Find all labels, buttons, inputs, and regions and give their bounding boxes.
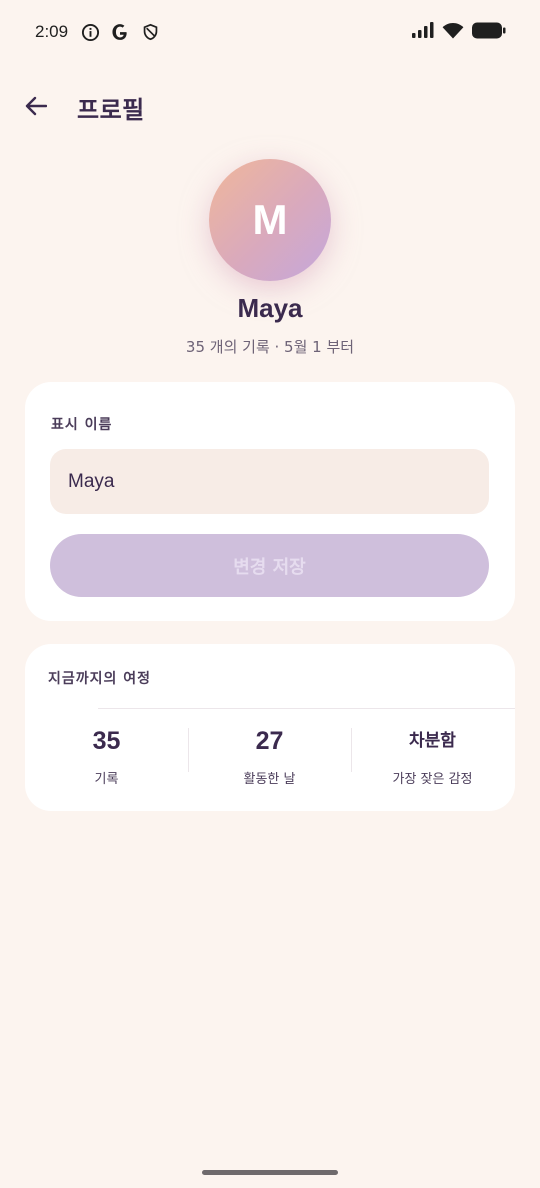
display-name-card: 표시 이름 변경 저장	[25, 382, 515, 621]
page-title: 프로필	[77, 96, 145, 124]
back-button[interactable]	[22, 92, 50, 120]
status-left: 2:09	[35, 22, 160, 42]
battery-icon	[472, 22, 506, 43]
status-right	[412, 22, 506, 43]
stat-label: 활동한 날	[243, 772, 296, 787]
journey-title: 지금까지의 여정	[48, 671, 152, 687]
stat-value: 35	[92, 727, 121, 755]
stat-value: 차분함	[409, 731, 456, 751]
profile-meta: 35 개의 기록 · 5월 1 부터	[185, 338, 355, 356]
top-app-bar: 프로필	[0, 80, 540, 132]
info-icon	[80, 22, 100, 42]
profile-name: Maya	[237, 293, 303, 323]
stat-value: 27	[255, 727, 284, 755]
display-name-input[interactable]	[50, 449, 489, 514]
journey-stats-card: 지금까지의 여정 35 기록 27 활동한 날 차분함 가장 잦은 감정	[25, 644, 515, 811]
google-icon	[110, 22, 130, 42]
signal-icon	[412, 22, 434, 42]
stat-label: 기록	[94, 772, 119, 787]
display-name-label: 표시 이름	[51, 417, 113, 433]
home-indicator[interactable]	[202, 1170, 338, 1175]
divider	[98, 708, 515, 709]
status-bar: 2:09	[0, 0, 540, 64]
shield-icon	[140, 22, 160, 42]
stat-top-mood: 차분함 가장 잦은 감정	[351, 724, 514, 787]
stat-active-days: 27 활동한 날	[188, 724, 351, 787]
arrow-left-icon	[25, 96, 47, 116]
avatar: M	[209, 159, 331, 281]
save-changes-button[interactable]: 변경 저장	[50, 534, 489, 597]
stat-label: 가장 잦은 감정	[392, 772, 473, 787]
stat-entries: 35 기록	[25, 724, 188, 787]
avatar-letter: M	[252, 196, 288, 243]
wifi-icon	[442, 22, 464, 43]
status-time: 2:09	[35, 22, 69, 41]
